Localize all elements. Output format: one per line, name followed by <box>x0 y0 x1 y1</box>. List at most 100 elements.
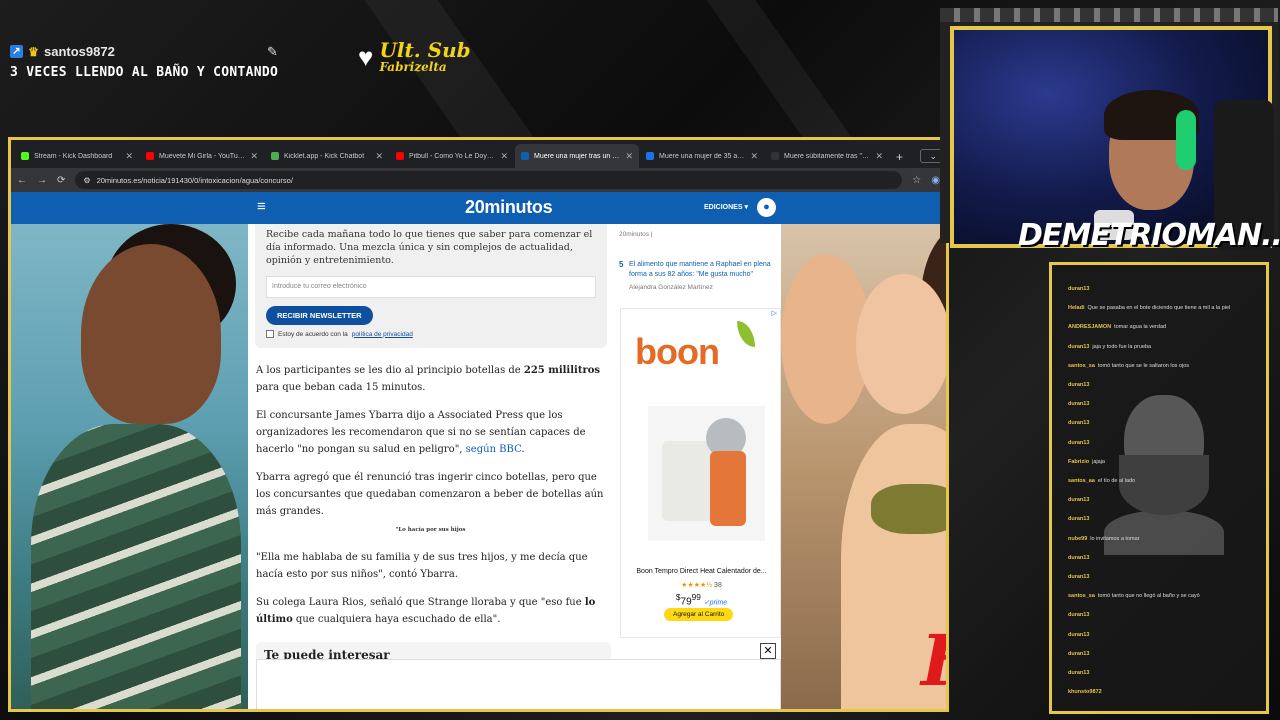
chat-message: duran13 <box>1068 648 1266 660</box>
price-whole: 79 <box>680 596 692 608</box>
tab-title: Stream - Kick Dashboard <box>34 152 113 160</box>
chat-username[interactable]: duran13 <box>1068 440 1089 446</box>
chat-username[interactable]: Heladi <box>1068 305 1085 311</box>
chat-username[interactable]: santos_sa <box>1068 593 1095 599</box>
last-sub-name: Fabrizelta <box>379 60 447 74</box>
adchoices-icon[interactable]: ▷ <box>772 309 777 317</box>
tab-close-icon[interactable]: ✕ <box>250 151 258 162</box>
site-info-icon[interactable]: ⚙ <box>83 176 90 185</box>
chat-username[interactable]: duran13 <box>1068 382 1089 388</box>
reload-icon[interactable]: ⟳ <box>57 175 65 186</box>
chat-message: duran13 <box>1068 552 1266 564</box>
site-logo[interactable]: 20minutos <box>465 197 553 218</box>
chat-username[interactable]: duran13 <box>1068 612 1089 618</box>
crown-icon: ♛ <box>28 44 39 59</box>
hamburger-menu-icon[interactable]: ≡ <box>257 198 266 215</box>
tab-close-icon[interactable]: ✕ <box>750 151 758 162</box>
bottom-sticky-ad[interactable] <box>256 659 781 709</box>
chat-username[interactable]: santos_aa <box>1068 478 1095 484</box>
editions-dropdown[interactable]: EDICIONES ▾ <box>704 203 748 211</box>
browser-tab[interactable]: Muevete Mi Girla - YouTube ✕ <box>140 144 264 168</box>
product-title[interactable]: Boon Tempro Direct Heat Calentador de... <box>621 568 782 575</box>
close-ad-button[interactable]: ✕ <box>760 643 776 659</box>
most-read-item[interactable]: 5 El alimento que mantiene a Raphael en … <box>619 260 779 293</box>
chat-username[interactable]: khunsto9872 <box>1068 689 1102 695</box>
chat-username[interactable]: duran13 <box>1068 670 1089 676</box>
newsletter-email-input[interactable]: Introduce tu correo electrónico <box>266 276 596 298</box>
back-icon[interactable]: ← <box>17 175 27 186</box>
chat-message: duran13 jaja y todo fue la prueba <box>1068 341 1266 353</box>
chat-message: santos_sa tomó tanto que se le saltaron l… <box>1068 360 1266 372</box>
bookmark-star-icon[interactable]: ☆ <box>912 175 921 186</box>
chat-username[interactable]: duran13 <box>1068 632 1089 638</box>
chat-message: khunsto9872 <box>1068 686 1266 698</box>
chat-username[interactable]: santos_sa <box>1068 363 1095 369</box>
article-paragraph: "Ella me hablaba de su familia y de sus … <box>256 552 588 580</box>
most-read-item[interactable]: por mojar y acabar debajo de agua de 9 a… <box>619 216 779 239</box>
browser-tab[interactable]: Kicklet.app - Kick Chatbot ✕ <box>265 144 389 168</box>
tab-close-icon[interactable]: ✕ <box>375 151 383 162</box>
browser-tab[interactable]: Muere una mujer tras un conc ✕ <box>515 144 639 168</box>
url-field[interactable]: ⚙ 20minutos.es/noticia/191430/0/intoxica… <box>75 171 903 189</box>
chat-username[interactable]: duran13 <box>1068 516 1089 522</box>
ad-model-dress <box>31 424 241 709</box>
chat-username[interactable]: duran13 <box>1068 286 1089 292</box>
tab-close-icon[interactable]: ✕ <box>875 151 883 162</box>
tab-close-icon[interactable]: ✕ <box>125 151 133 162</box>
subscribe-newsletter-button[interactable]: RECIBIR NEWSLETTER <box>266 306 373 325</box>
forward-icon[interactable]: → <box>37 175 47 186</box>
tab-close-icon[interactable]: ✕ <box>625 151 633 162</box>
leaf-logo-icon <box>737 321 755 347</box>
consent-text: Estoy de acuerdo con la <box>278 330 348 338</box>
most-read-title[interactable]: por mojar y acabar debajo de agua de 9 a… <box>619 216 779 226</box>
user-account-icon[interactable]: ● <box>757 198 776 217</box>
chat-username[interactable]: duran13 <box>1068 401 1089 407</box>
chat-username[interactable]: Fabrizio <box>1068 459 1089 465</box>
chat-message: duran13 <box>1068 571 1266 583</box>
bbc-source-link[interactable]: según BBC <box>466 444 522 455</box>
address-bar-row: ← → ⟳ ⚙ 20minutos.es/noticia/191430/0/in… <box>11 168 946 192</box>
quote-caption: "Lo hacía por sus hijos <box>395 527 466 533</box>
ad-brand-logo: H&M <box>921 619 946 702</box>
browser-tab[interactable]: Pitbull - Como Yo Le Doy ft. D ✕ <box>390 144 514 168</box>
chat-username[interactable]: duran13 <box>1068 344 1089 350</box>
web-page: ≡ 20minutos EDICIONES ▾ ● Recibe cada ma… <box>11 192 946 709</box>
new-tab-icon[interactable]: + <box>890 150 909 168</box>
chat-text: tomar agua la verdad <box>1114 324 1167 331</box>
browser-tab[interactable]: Stream - Kick Dashboard ✕ <box>15 144 139 168</box>
stream-scene: ↗ ♛ santos9872 3 VECES LLENDO AL BAÑO Y … <box>0 0 1280 720</box>
left-fashion-ad[interactable] <box>11 224 248 709</box>
chat-username[interactable]: duran13 <box>1068 574 1089 580</box>
amazon-product-ad[interactable]: ▷ boon Boon Tempro Direct Heat Calentado… <box>620 308 781 638</box>
extension-icon[interactable]: ◉ <box>931 175 940 186</box>
privacy-consent: Estoy de acuerdo con la política de priv… <box>266 330 596 338</box>
webcam-feed <box>950 26 1274 250</box>
prime-badge: ✓prime <box>703 599 728 607</box>
chat-username[interactable]: ANDRESJAMON <box>1068 324 1111 330</box>
para-text: que cualquiera haya escuchado de ella". <box>292 614 501 625</box>
chat-username[interactable]: duran13 <box>1068 497 1089 503</box>
chat-message: duran13 <box>1068 513 1266 525</box>
chat-message: Fabrizio jajaja <box>1068 456 1266 468</box>
tab-title: Muere una mujer de 35 años p <box>659 152 746 160</box>
browser-tab[interactable]: Muere súbitamente tras "bebe ✕ <box>765 144 889 168</box>
most-read-title[interactable]: El alimento que mantiene a Raphael en pl… <box>629 260 779 279</box>
chat-username[interactable]: duran13 <box>1068 420 1089 426</box>
chat-username[interactable]: nube99 <box>1068 536 1087 542</box>
browser-tab[interactable]: Muere una mujer de 35 años p ✕ <box>640 144 764 168</box>
privacy-policy-link[interactable]: política de privacidad <box>352 331 413 338</box>
product-image[interactable] <box>648 406 765 541</box>
right-fashion-ad[interactable]: H&M <box>781 224 946 709</box>
chat-username[interactable]: duran13 <box>1068 651 1089 657</box>
para-text: Su colega Laura Rios, señaló que Strange… <box>256 597 585 608</box>
tab-close-icon[interactable]: ✕ <box>500 151 508 162</box>
price-cents: 99 <box>691 592 701 602</box>
last-subscriber-widget: ♥ Ult. Sub Fabrizelta <box>358 40 471 74</box>
chat-message: duran13 <box>1068 437 1266 449</box>
privacy-checkbox[interactable] <box>266 330 274 338</box>
most-read-meta: Alejandra González Martínez <box>629 284 713 291</box>
add-to-cart-button[interactable]: Agregar al Carrito <box>664 608 734 621</box>
webcam-panel <box>940 8 1278 250</box>
article-paragraph: A los participantes se les dio al princi… <box>256 362 611 396</box>
chat-username[interactable]: duran13 <box>1068 555 1089 561</box>
